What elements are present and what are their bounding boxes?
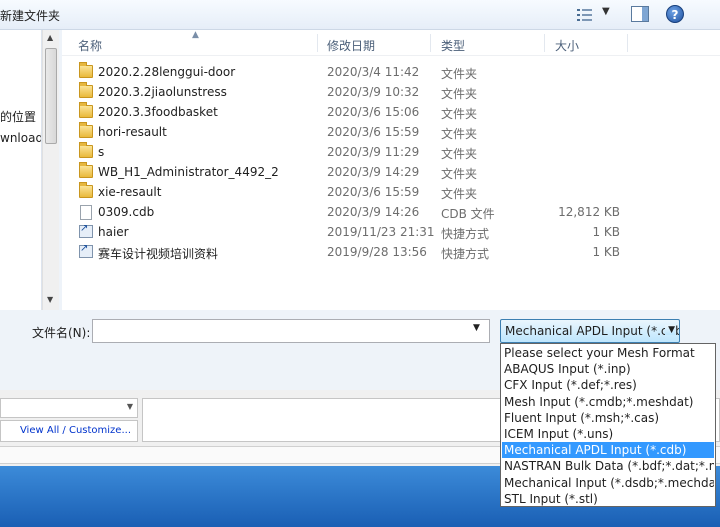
- file-size: 1 KB: [592, 245, 620, 259]
- sort-ascending-icon: ▲: [192, 30, 199, 40]
- chevron-down-icon[interactable]: ▼: [127, 402, 133, 411]
- file-name: 赛车设计视频培训资料: [98, 247, 219, 261]
- file-name: WB_H1_Administrator_4492_2: [98, 165, 279, 179]
- file-type: 文件夹: [441, 147, 478, 161]
- file-modified-date: 2019/9/28 13:56: [327, 245, 427, 259]
- column-divider[interactable]: [430, 34, 431, 52]
- scroll-thumb[interactable]: [45, 48, 57, 144]
- file-list: ▲ 名称 修改日期 类型 大小 2020.2.28lenggui-door 202…: [62, 30, 720, 310]
- shortcut-icon: [79, 243, 93, 258]
- mesh-format-option[interactable]: ICEM Input (*.uns): [502, 426, 714, 442]
- toolbar: 新建文件夹 ▼ ?: [0, 0, 720, 30]
- file-row[interactable]: s 2020/3/9 11:29 文件夹: [62, 142, 720, 162]
- mesh-format-list[interactable]: Please select your Mesh Format ABAQUS Inp…: [500, 343, 716, 507]
- mesh-format-selected: Mechanical APDL Input (*.cdb): [505, 324, 680, 338]
- file-size: 12,812 KB: [558, 205, 620, 219]
- mesh-format-option[interactable]: Mesh Input (*.cmdb;*.meshdat): [502, 394, 714, 410]
- file-modified-date: 2020/3/9 14:26: [327, 205, 420, 219]
- mesh-format-option[interactable]: Mechanical APDL Input (*.cdb): [502, 442, 714, 459]
- filename-input[interactable]: [92, 319, 490, 343]
- file-modified-date: 2020/3/4 11:42: [327, 65, 420, 79]
- file-type: 文件夹: [441, 67, 478, 81]
- file-row[interactable]: 0309.cdb 2020/3/9 14:26 CDB 文件 12,812 KB: [62, 202, 720, 222]
- column-header-name[interactable]: 名称: [78, 37, 102, 54]
- file-modified-date: 2020/3/6 15:06: [327, 105, 420, 119]
- navigation-scrollbar[interactable]: ▲ ▼: [42, 30, 59, 310]
- chevron-down-icon[interactable]: ▼: [665, 325, 675, 335]
- column-headers: ▲ 名称 修改日期 类型 大小: [62, 30, 720, 56]
- mesh-format-option[interactable]: CFX Input (*.def;*.res): [502, 377, 714, 393]
- column-divider[interactable]: [317, 34, 318, 52]
- file-modified-date: 2020/3/9 11:29: [327, 145, 420, 159]
- file-name: 2020.2.28lenggui-door: [98, 65, 236, 79]
- file-name: 2020.3.2jiaolunstress: [98, 85, 227, 99]
- help-icon[interactable]: ?: [666, 5, 684, 23]
- file-row[interactable]: xie-resault 2020/3/6 15:59 文件夹: [62, 182, 720, 202]
- folder-icon: [79, 62, 93, 78]
- file-row[interactable]: 赛车设计视频培训资料 2019/9/28 13:56 快捷方式 1 KB: [62, 242, 720, 262]
- file-modified-date: 2020/3/9 14:29: [327, 165, 420, 179]
- view-all-customize-box: View All / Customize...: [0, 420, 138, 442]
- file-modified-date: 2020/3/9 10:32: [327, 85, 420, 99]
- mesh-format-option[interactable]: Fluent Input (*.msh;*.cas): [502, 410, 714, 426]
- file-type: CDB 文件: [441, 207, 495, 221]
- file-type: 文件夹: [441, 187, 478, 201]
- file-modified-date: 2020/3/6 15:59: [327, 125, 420, 139]
- file-row[interactable]: WB_H1_Administrator_4492_2 2020/3/9 14:29…: [62, 162, 720, 182]
- file-row[interactable]: haier 2019/11/23 21:31 快捷方式 1 KB: [62, 222, 720, 242]
- nav-item-downloads[interactable]: wnloads: [0, 131, 41, 145]
- file-name: hori-resault: [98, 125, 167, 139]
- view-all-customize-link[interactable]: View All / Customize...: [20, 425, 131, 436]
- file-modified-date: 2019/11/23 21:31: [327, 225, 435, 239]
- view-dropdown-arrow-icon[interactable]: ▼: [602, 6, 610, 17]
- file-type: 文件夹: [441, 167, 478, 181]
- column-header-type[interactable]: 类型: [441, 37, 465, 54]
- new-folder-button[interactable]: 新建文件夹: [0, 7, 60, 24]
- scroll-down-icon[interactable]: ▼: [47, 295, 53, 304]
- navigation-pane: 的位置 wnloads: [0, 30, 42, 310]
- file-name: 2020.3.3foodbasket: [98, 105, 218, 119]
- folder-icon: [79, 102, 93, 118]
- column-header-size[interactable]: 大小: [555, 37, 579, 54]
- file-name: s: [98, 145, 105, 159]
- folder-icon: [79, 122, 93, 138]
- background-combo[interactable]: ▼: [0, 398, 138, 418]
- file-row[interactable]: 2020.2.28lenggui-door 2020/3/4 11:42 文件夹: [62, 62, 720, 82]
- mesh-format-option[interactable]: NASTRAN Bulk Data (*.bdf;*.dat;*.nas): [502, 458, 714, 474]
- mesh-format-option[interactable]: Mechanical Input (*.dsdb;*.mechdat): [502, 475, 714, 491]
- folder-icon: [79, 142, 93, 158]
- nav-item-recent-places[interactable]: 的位置: [0, 108, 41, 125]
- mesh-format-option[interactable]: ABAQUS Input (*.inp): [502, 361, 714, 377]
- mesh-format-select[interactable]: Mechanical APDL Input (*.cdb) ▼: [500, 319, 680, 343]
- view-options-icon[interactable]: [576, 7, 596, 23]
- file-name: haier: [98, 225, 129, 239]
- file-type: 文件夹: [441, 107, 478, 121]
- file-type: 快捷方式: [441, 227, 490, 241]
- column-divider[interactable]: [627, 34, 628, 52]
- preview-pane-icon[interactable]: [631, 6, 649, 22]
- file-modified-date: 2020/3/6 15:59: [327, 185, 420, 199]
- file-type: 文件夹: [441, 87, 478, 101]
- file-row[interactable]: 2020.3.2jiaolunstress 2020/3/9 10:32 文件夹: [62, 82, 720, 102]
- mesh-format-option[interactable]: Please select your Mesh Format: [502, 345, 714, 361]
- shortcut-icon: [79, 223, 93, 238]
- file-size: 1 KB: [592, 225, 620, 239]
- mesh-format-option[interactable]: STL Input (*.stl): [502, 491, 714, 507]
- filename-label: 文件名(N):: [32, 326, 91, 340]
- scroll-up-icon[interactable]: ▲: [47, 33, 53, 42]
- column-divider[interactable]: [544, 34, 545, 52]
- folder-icon: [79, 182, 93, 198]
- folder-icon: [79, 162, 93, 178]
- column-header-date[interactable]: 修改日期: [327, 37, 375, 54]
- file-type: 快捷方式: [441, 247, 490, 261]
- file-type: 文件夹: [441, 127, 478, 141]
- file-name: 0309.cdb: [98, 205, 155, 219]
- folder-icon: [79, 82, 93, 98]
- file-row[interactable]: hori-resault 2020/3/6 15:59 文件夹: [62, 122, 720, 142]
- file-icon: [80, 205, 92, 220]
- file-row[interactable]: 2020.3.3foodbasket 2020/3/6 15:06 文件夹: [62, 102, 720, 122]
- filename-dropdown-icon[interactable]: ▼: [473, 323, 480, 333]
- file-name: xie-resault: [98, 185, 162, 199]
